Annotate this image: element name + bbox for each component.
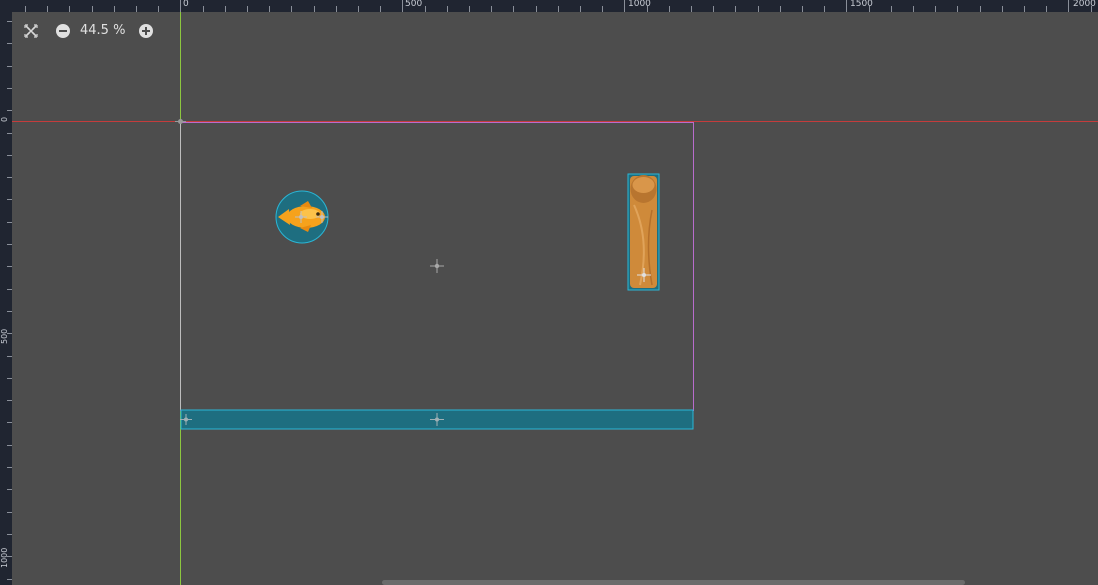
ruler-tick: [7, 222, 12, 223]
ruler-tick: [7, 155, 12, 156]
canvas-viewport[interactable]: [12, 12, 1098, 585]
ruler-tick: [447, 6, 448, 12]
ruler-tick: [7, 422, 12, 423]
ruler-tick: [1024, 6, 1025, 12]
ruler-tick: [7, 378, 12, 379]
ruler-tick: [602, 6, 603, 12]
ruler-tick: [7, 512, 12, 513]
ruler-label-500: 500: [405, 0, 423, 9]
ruler-tick: [780, 6, 781, 12]
ruler-tick: [158, 6, 159, 12]
ruler-tick: [869, 6, 870, 12]
ruler-label-v-1000: 1000: [0, 547, 9, 568]
ruler-label-2000: 2000: [1073, 0, 1096, 9]
zoom-in-icon[interactable]: [137, 22, 155, 40]
ruler-tick: [336, 6, 337, 12]
ruler-tick: [891, 6, 892, 12]
ruler-tick: [114, 6, 115, 12]
ruler-tick: [1091, 6, 1092, 12]
ruler-tick: [624, 0, 625, 12]
ruler-tick: [1046, 6, 1047, 12]
zoom-toolbar: 44.5 %: [22, 22, 155, 40]
ruler-tick: [7, 356, 12, 357]
ruler-tick: [7, 88, 12, 89]
scene-canvas[interactable]: [12, 12, 1098, 585]
ruler-tick: [957, 6, 958, 12]
ruler-tick: [7, 21, 12, 22]
ruler-tick: [7, 43, 12, 44]
ruler-label-0: 0: [183, 0, 189, 9]
ruler-tick: [713, 6, 714, 12]
ruler-tick: [25, 6, 26, 12]
ruler-tick: [7, 489, 12, 490]
ruler-tick: [7, 445, 12, 446]
ruler-tick: [7, 467, 12, 468]
zoom-level-label[interactable]: 44.5 %: [80, 22, 125, 40]
ruler-tick: [980, 6, 981, 12]
ruler-tick: [513, 6, 514, 12]
ruler-tick: [758, 6, 759, 12]
origin-pivot-icon: [175, 119, 186, 124]
ruler-tick: [7, 534, 12, 535]
ruler-tick: [180, 0, 181, 12]
ruler-tick: [47, 6, 48, 12]
ruler-tick: [735, 6, 736, 12]
ruler-tick: [425, 6, 426, 12]
vertical-ruler[interactable]: 0 500 1000: [0, 12, 12, 585]
ruler-tick: [314, 6, 315, 12]
ruler-tick: [935, 6, 936, 12]
ruler-tick: [536, 6, 537, 12]
ruler-tick: [846, 0, 847, 12]
ruler-tick: [7, 199, 12, 200]
ruler-tick: [7, 110, 12, 111]
ruler-tick: [913, 6, 914, 12]
ruler-tick: [291, 6, 292, 12]
center-view-icon[interactable]: [22, 22, 40, 40]
wood-pillar-node: [627, 173, 660, 291]
floor-node: [180, 409, 694, 430]
ruler-tick: [7, 311, 12, 312]
ruler-tick: [7, 400, 12, 401]
ruler-tick: [7, 266, 12, 267]
zoom-out-icon[interactable]: [54, 22, 72, 40]
ruler-label-v-0: 0: [0, 116, 9, 122]
ruler-tick: [69, 6, 70, 12]
ruler-tick: [7, 579, 12, 580]
horizontal-scrollbar[interactable]: [382, 580, 965, 585]
ruler-tick: [7, 333, 12, 334]
ruler-tick: [7, 177, 12, 178]
ruler-tick: [7, 66, 12, 67]
ruler-tick: [1068, 0, 1069, 12]
ruler-tick: [1002, 6, 1003, 12]
ruler-tick: [7, 556, 12, 557]
ruler-tick: [92, 6, 93, 12]
ruler-tick: [402, 0, 403, 12]
ruler-tick: [669, 6, 670, 12]
scene-pivot-icon: [430, 259, 444, 273]
ruler-label-v-500: 500: [0, 328, 9, 344]
horizontal-ruler[interactable]: 0 500 1000 1500 2000: [0, 0, 1098, 12]
ruler-tick: [358, 6, 359, 12]
ruler-tick: [802, 6, 803, 12]
ruler-tick: [691, 6, 692, 12]
ruler-tick: [647, 6, 648, 12]
ruler-tick: [469, 6, 470, 12]
ruler-tick: [203, 6, 204, 12]
ruler-tick: [136, 6, 137, 12]
ruler-tick: [380, 6, 381, 12]
ruler-tick: [580, 6, 581, 12]
ruler-tick: [824, 6, 825, 12]
ruler-tick: [7, 133, 12, 134]
ruler-tick: [269, 6, 270, 12]
player-fish-node: [275, 190, 329, 244]
ruler-tick: [558, 6, 559, 12]
ruler-tick: [7, 289, 12, 290]
ruler-tick: [7, 244, 12, 245]
ruler-tick: [247, 6, 248, 12]
ruler-tick: [225, 6, 226, 12]
ruler-tick: [491, 6, 492, 12]
